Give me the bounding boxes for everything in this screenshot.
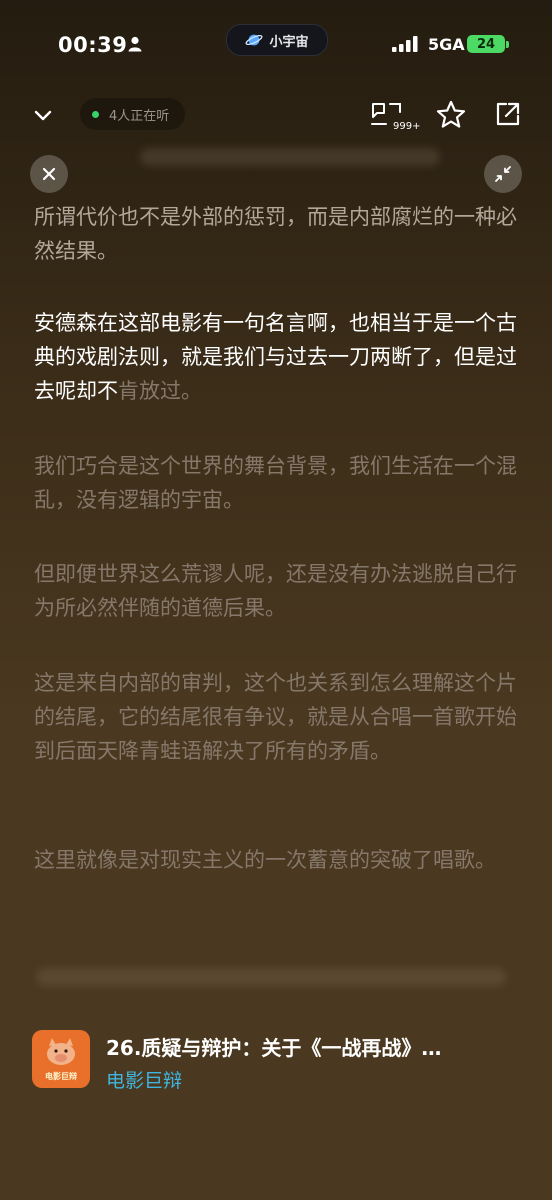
share-icon[interactable] (494, 100, 522, 128)
transcript-text: 这里就像是对现实主义的一次蓄意的突破了唱歌。 (34, 848, 496, 872)
transcript-line[interactable]: 但即便世界这么荒谬人呢，还是没有办法逃脱自己行为所必然伴随的道德后果。 (34, 557, 518, 625)
status-bar: 00:39 小宇宙 5GA 24 (0, 0, 552, 90)
close-icon (42, 167, 56, 181)
dynamic-island-activity[interactable]: 小宇宙 (226, 24, 328, 56)
planet-icon (245, 34, 263, 46)
transcript-text: 所谓代价也不是外部的惩罚，而是内部腐烂的一种必然结果。 (34, 205, 517, 263)
star-icon[interactable] (436, 100, 466, 128)
chevron-down-icon[interactable] (32, 104, 54, 126)
cover-label: 电影巨辩 (45, 1072, 77, 1081)
battery-level: 24 (476, 36, 496, 52)
blurred-line (36, 968, 506, 986)
podcast-name[interactable]: 电影巨辩 (106, 1066, 182, 1093)
player-top-bar: 4人正在听 999+ (0, 96, 552, 136)
battery-cap (506, 41, 509, 48)
transcript-text: 这是来自内部的审判，这个也关系到怎么理解这个片的结尾，它的结尾很有争议，就是从合… (34, 671, 517, 763)
transcript-line-past[interactable]: 所谓代价也不是外部的惩罚，而是内部腐烂的一种必然结果。 (34, 200, 518, 268)
transcript-line[interactable]: 这是来自内部的审判，这个也关系到怎么理解这个片的结尾，它的结尾很有争议，就是从合… (34, 666, 518, 768)
transcript-text-current: 安德森在这部电影有一句名言啊，也相当于是一个古典的戏剧法则，就是我们与过去一刀两… (34, 306, 518, 408)
listeners-pill[interactable]: 4人正在听 (80, 98, 186, 130)
listeners-count: 4人正在听 (109, 108, 170, 124)
transcript-line-current[interactable]: 安德森在这部电影有一句名言啊，也相当于是一个古典的戏剧法则，就是我们与过去一刀两… (34, 306, 518, 408)
person-icon (128, 36, 142, 52)
comment-count: 999+ (393, 121, 421, 132)
blurred-line (140, 148, 440, 166)
transcript-text-upcoming: 肯放过。 (118, 379, 202, 403)
live-dot (92, 110, 99, 118)
transcript-line[interactable]: 这里就像是对现实主义的一次蓄意的突破了唱歌。 (34, 843, 518, 877)
collapse-button[interactable] (484, 155, 522, 193)
signal-icon (392, 36, 418, 52)
transcript-text: 我们巧合是这个世界的舞台背景，我们生活在一个混乱，没有逻辑的宇宙。 (34, 454, 517, 512)
clock: 00:39 (58, 33, 128, 57)
transcript-text-spoken: 安德森在这部电影有一句名言啊，也相当于是一个古典的戏剧法则，就是我们与过去一刀两… (34, 311, 517, 403)
transcript-text: 但即便世界这么荒谬人呢，还是没有办法逃脱自己行为所必然伴随的道德后果。 (34, 562, 517, 620)
podcast-cover[interactable]: 电影巨辩 (32, 1030, 90, 1088)
now-playing-bar[interactable]: 电影巨辩 26.质疑与辩护：关于《一战再战》… 电影巨辩 (32, 1030, 522, 1092)
dynamic-island-label: 小宇宙 (269, 34, 309, 50)
transcript-line[interactable]: 我们巧合是这个世界的舞台背景，我们生活在一个混乱，没有逻辑的宇宙。 (34, 449, 518, 517)
network-type: 5GA (428, 35, 465, 54)
episode-title[interactable]: 26.质疑与辩护：关于《一战再战》… (106, 1032, 510, 1061)
battery-indicator: 24 (467, 35, 505, 53)
close-button[interactable] (30, 155, 68, 193)
collapse-icon (495, 166, 511, 182)
